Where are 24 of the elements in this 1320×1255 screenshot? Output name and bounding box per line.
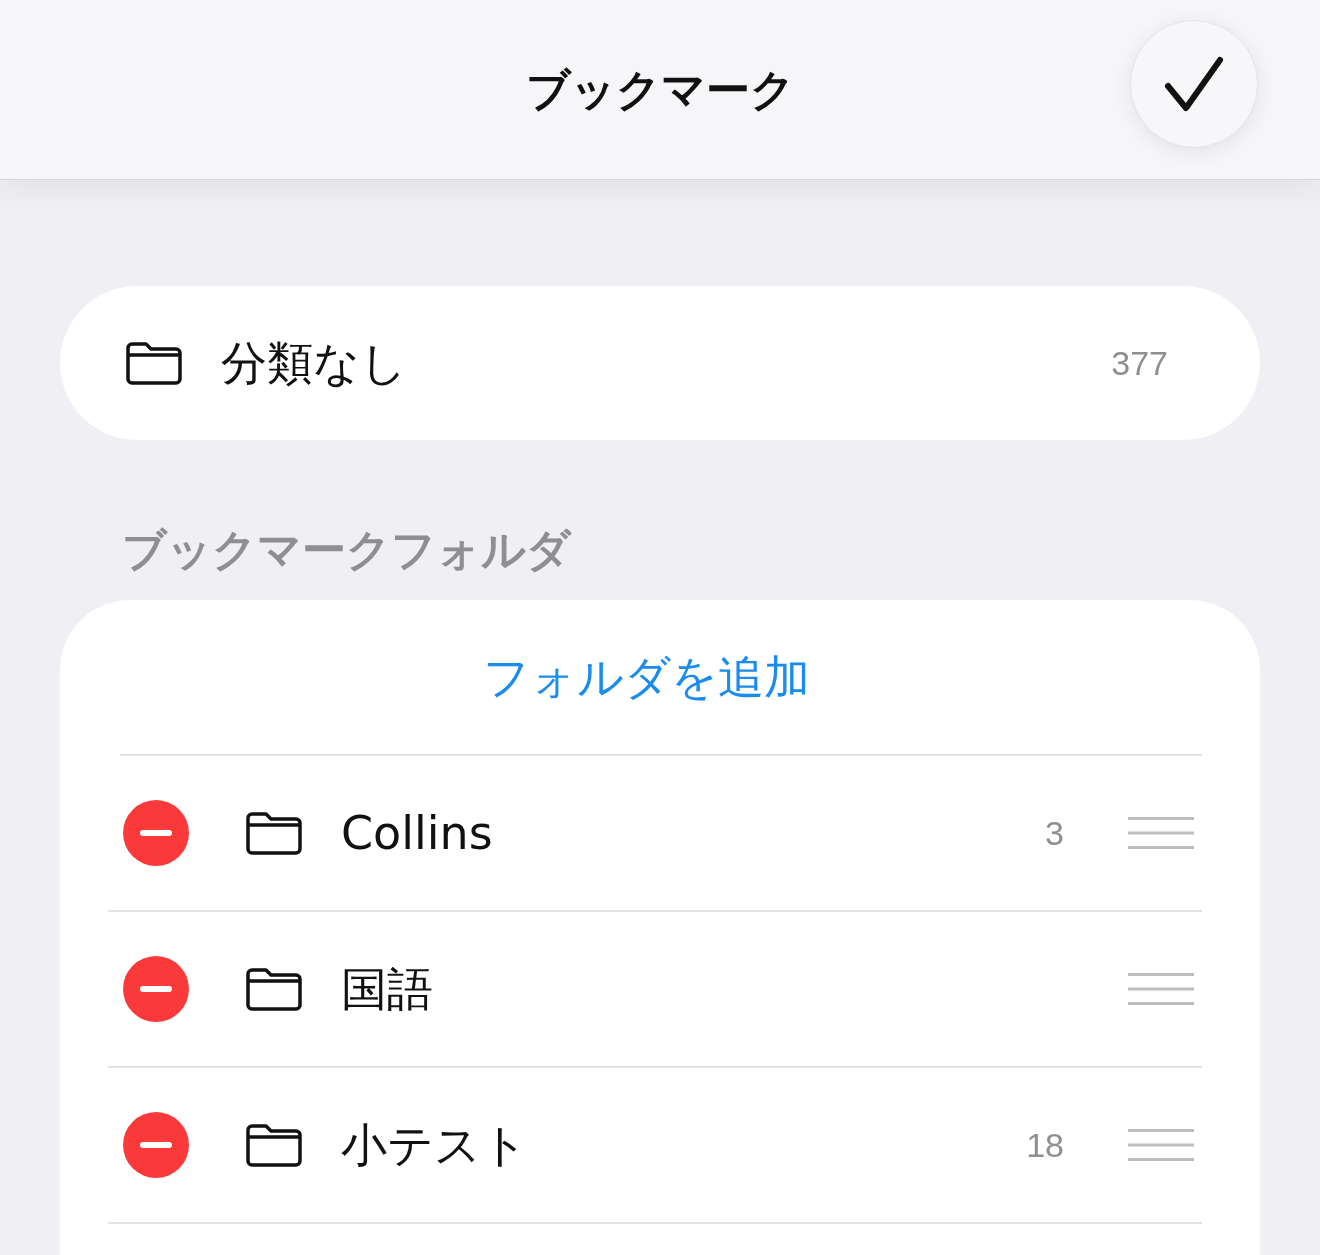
checkmark-icon [1164,56,1224,112]
uncategorized-row[interactable]: 分類なし 377 [60,286,1260,440]
drag-handle-icon[interactable] [1128,816,1194,850]
delete-icon[interactable] [123,956,189,1022]
folder-label: 分類なし [221,334,407,392]
bookmark-count: 18 [1026,1124,1064,1166]
folder-name: Collins [341,804,493,862]
drag-handle-icon[interactable] [1128,972,1194,1006]
folder-row[interactable]: 小テスト 18 [60,1068,1260,1222]
folder-name: 小テスト [341,1116,528,1174]
folder-row[interactable]: Collins 3 [60,756,1260,910]
folder-row[interactable]: 国語 [60,912,1260,1066]
section-header: ブックマークフォルダ [122,528,573,572]
drag-handle-icon[interactable] [1128,1128,1194,1162]
folder-icon [125,340,183,386]
folder-icon [245,966,303,1012]
folder-icon [245,810,303,856]
delete-icon[interactable] [123,800,189,866]
folder-name: 国語 [341,960,433,1018]
folder-icon [245,1122,303,1168]
delete-icon[interactable] [123,1112,189,1178]
header-title: ブックマーク [524,62,796,117]
bookmark-count: 3 [1045,812,1064,854]
bookmark-count: 377 [1111,342,1168,384]
